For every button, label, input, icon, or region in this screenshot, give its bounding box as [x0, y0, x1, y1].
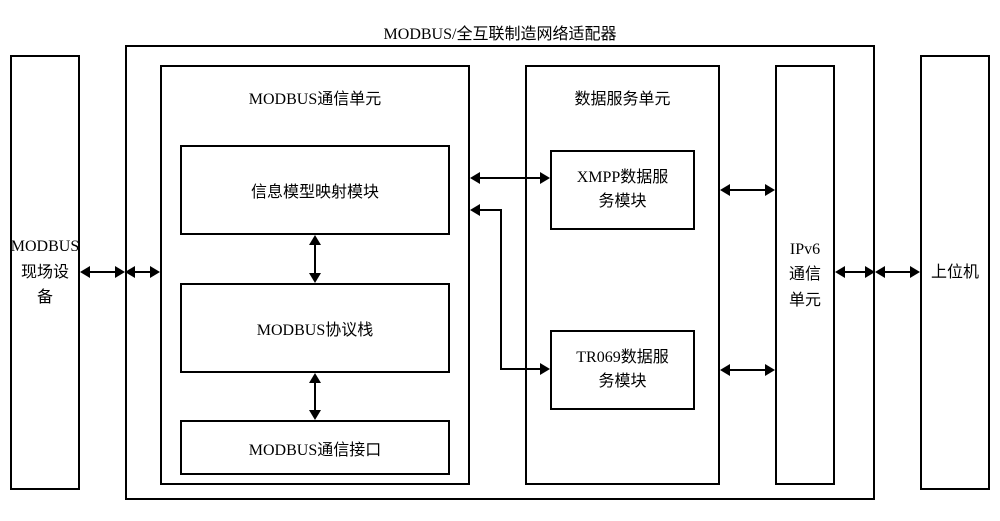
modbus-field-device: MODBUS 现场设 备 — [10, 55, 80, 490]
arrow-line — [500, 368, 542, 370]
arrow-head — [865, 266, 875, 278]
arrow-line — [314, 381, 316, 412]
arrow-head — [115, 266, 125, 278]
arrow-line — [728, 189, 767, 191]
info-model-mapping-label: 信息模型映射模块 — [251, 178, 379, 202]
data-service-unit-title-text: 数据服务单元 — [574, 91, 670, 108]
arrow-head — [875, 266, 885, 278]
arrow-head — [720, 364, 730, 376]
arrow-head — [765, 184, 775, 196]
arrow-line — [728, 369, 767, 371]
arrow-head — [125, 266, 135, 278]
adapter-title-text: MODBUS/全互联制造网络适配器 — [384, 26, 617, 43]
arrow-head — [309, 410, 321, 420]
tr069-data-service-module: TR069数据服 务模块 — [550, 330, 695, 410]
arrow-head — [540, 172, 550, 184]
arrow-head — [470, 204, 480, 216]
arrow-head — [150, 266, 160, 278]
arrow-line — [478, 209, 502, 211]
arrow-head — [765, 364, 775, 376]
modbus-protocol-stack-label: MODBUS协议栈 — [257, 316, 373, 340]
tr069-module-label: TR069数据服 务模块 — [576, 346, 668, 394]
modbus-field-device-label: MODBUS 现场设 备 — [11, 234, 79, 311]
arrow-line — [883, 271, 912, 273]
host-computer-label: 上位机 — [931, 260, 979, 286]
arrow-line — [478, 177, 542, 179]
arrow-head — [309, 373, 321, 383]
arrow-head — [309, 273, 321, 283]
arrow-head — [910, 266, 920, 278]
host-computer: 上位机 — [920, 55, 990, 490]
arrow-line — [843, 271, 867, 273]
modbus-comm-unit-title-text: MODBUS通信单元 — [249, 91, 381, 108]
ipv6-comm-unit: IPv6 通信 单元 — [775, 65, 835, 485]
data-service-unit — [525, 65, 720, 485]
modbus-comm-interface-label: MODBUS通信接口 — [249, 436, 381, 460]
arrow-line — [88, 271, 117, 273]
arrow-head — [309, 235, 321, 245]
arrow-head — [835, 266, 845, 278]
adapter-title: MODBUS/全互联制造网络适配器 — [300, 20, 700, 44]
modbus-protocol-stack: MODBUS协议栈 — [180, 283, 450, 373]
modbus-comm-interface: MODBUS通信接口 — [180, 420, 450, 475]
xmpp-data-service-module: XMPP数据服 务模块 — [550, 150, 695, 230]
ipv6-comm-unit-label: IPv6 通信 单元 — [789, 237, 821, 314]
info-model-mapping-module: 信息模型映射模块 — [180, 145, 450, 235]
arrow-head — [80, 266, 90, 278]
arrow-line — [500, 209, 502, 370]
arrow-head — [470, 172, 480, 184]
arrow-head — [540, 363, 550, 375]
arrow-line — [314, 243, 316, 275]
arrow-head — [720, 184, 730, 196]
modbus-comm-unit-title: MODBUS通信单元 — [160, 85, 470, 109]
xmpp-module-label: XMPP数据服 务模块 — [577, 166, 669, 214]
data-service-unit-title: 数据服务单元 — [525, 85, 720, 109]
